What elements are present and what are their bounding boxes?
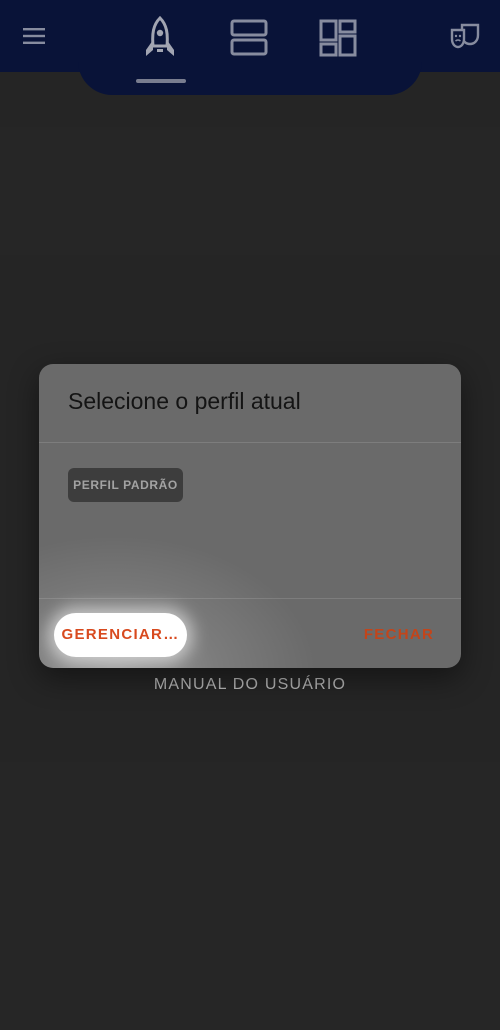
close-button[interactable]: FECHAR (359, 613, 439, 657)
dialog-divider (39, 442, 461, 443)
manage-button[interactable]: GERENCIAR… (54, 613, 187, 657)
profile-chip-default[interactable]: PERFIL PADRÃO (68, 468, 183, 502)
dialog-divider (39, 598, 461, 599)
select-profile-dialog: Selecione o perfil atual PERFIL PADRÃO G… (39, 364, 461, 668)
dialog-title: Selecione o perfil atual (68, 388, 301, 414)
